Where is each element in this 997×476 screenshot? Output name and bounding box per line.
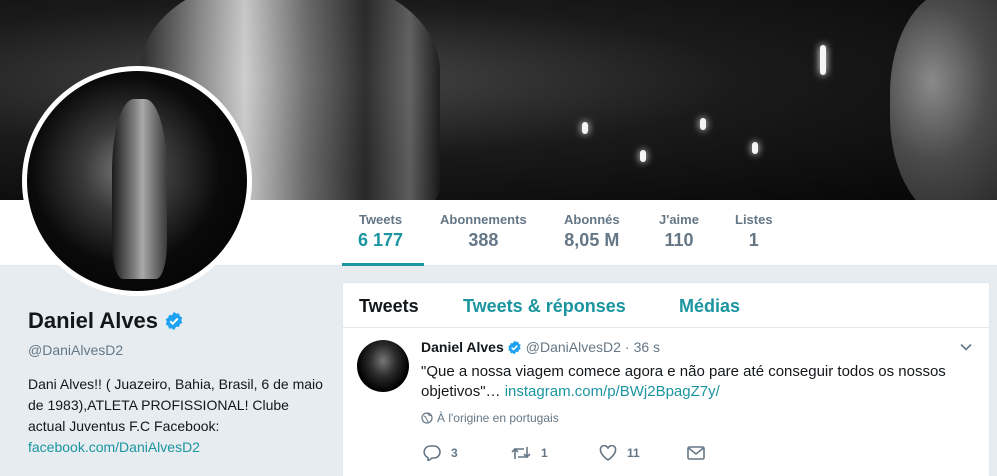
tweet-text: "Que a nossa viagem comece agora e não p… bbox=[421, 362, 976, 402]
message-icon bbox=[687, 445, 705, 460]
profile-card: Daniel Alves @DaniAlvesD2 Dani Alves!! (… bbox=[28, 308, 328, 458]
banner-light bbox=[640, 150, 646, 162]
stat-label: J'aime bbox=[659, 212, 699, 227]
banner-light bbox=[700, 118, 706, 130]
profile-name[interactable]: Daniel Alves bbox=[28, 308, 158, 334]
bio-text: Dani Alves!! ( Juazeiro, Bahia, Brasil, … bbox=[28, 376, 323, 434]
profile-bio: Dani Alves!! ( Juazeiro, Bahia, Brasil, … bbox=[28, 374, 323, 458]
stat-following[interactable]: Abonnements 388 bbox=[440, 212, 527, 251]
stat-value: 388 bbox=[468, 230, 499, 250]
retweet-icon bbox=[511, 446, 531, 459]
tweet-author-handle[interactable]: @DaniAlvesD2 bbox=[526, 339, 621, 355]
stat-followers[interactable]: Abonnés 8,05 M bbox=[564, 212, 620, 251]
tab-media[interactable]: Médias bbox=[679, 296, 740, 317]
avatar-figure bbox=[112, 99, 167, 279]
verified-icon bbox=[165, 311, 183, 331]
message-button[interactable] bbox=[687, 445, 705, 460]
tweet-link[interactable]: instagram.com/p/BWj2BpagZ7y/ bbox=[505, 383, 720, 400]
tab-tweets-replies[interactable]: Tweets & réponses bbox=[463, 296, 626, 317]
active-stat-underline bbox=[342, 263, 424, 266]
tweet-actions: 3 1 11 bbox=[423, 444, 705, 461]
retweet-button[interactable]: 1 bbox=[511, 445, 599, 461]
bio-facebook-link[interactable]: facebook.com/DaniAlvesD2 bbox=[28, 437, 323, 458]
tweet-avatar[interactable] bbox=[357, 340, 409, 392]
stat-label: Abonnements bbox=[440, 212, 527, 227]
stat-tweets[interactable]: Tweets 6 177 bbox=[358, 212, 403, 251]
reply-button[interactable]: 3 bbox=[423, 444, 511, 461]
stat-value: 8,05 M bbox=[564, 230, 620, 250]
caret-down-icon[interactable] bbox=[959, 340, 973, 354]
stat-label: Listes bbox=[735, 212, 773, 227]
banner-light bbox=[820, 45, 826, 75]
banner-light bbox=[582, 122, 588, 134]
stat-lists[interactable]: Listes 1 bbox=[735, 212, 773, 251]
reply-icon bbox=[423, 445, 441, 461]
globe-icon bbox=[421, 412, 433, 424]
like-count: 11 bbox=[627, 445, 640, 460]
tweet-timestamp[interactable]: 36 s bbox=[634, 339, 660, 355]
reply-count: 3 bbox=[451, 445, 458, 460]
timeline-tabs: Tweets Tweets & réponses Médias bbox=[343, 283, 989, 328]
translate-text: À l'origine en portugais bbox=[437, 411, 559, 425]
banner-light bbox=[752, 142, 758, 154]
stat-value: 110 bbox=[664, 230, 694, 250]
profile-avatar[interactable] bbox=[22, 66, 252, 296]
tweet-header: Daniel Alves @DaniAlvesD2 · 36 s bbox=[421, 339, 660, 355]
tweet-separator: · bbox=[624, 339, 630, 355]
avatar-image bbox=[27, 71, 247, 291]
stat-likes[interactable]: J'aime 110 bbox=[659, 212, 699, 251]
retweet-count: 1 bbox=[541, 445, 548, 460]
like-icon bbox=[599, 444, 617, 461]
banner-face bbox=[890, 0, 997, 200]
timeline: Tweets Tweets & réponses Médias Daniel A… bbox=[342, 282, 990, 476]
stat-label: Tweets bbox=[358, 212, 403, 227]
stat-label: Abonnés bbox=[564, 212, 620, 227]
tweet[interactable]: Daniel Alves @DaniAlvesD2 · 36 s "Que a … bbox=[343, 328, 989, 476]
like-button[interactable]: 11 bbox=[599, 444, 687, 461]
tab-tweets[interactable]: Tweets bbox=[359, 296, 419, 317]
tweet-author-name[interactable]: Daniel Alves bbox=[421, 339, 504, 355]
stat-value: 1 bbox=[748, 230, 759, 250]
verified-icon bbox=[508, 340, 521, 354]
stat-value: 6 177 bbox=[358, 230, 404, 250]
profile-handle[interactable]: @DaniAlvesD2 bbox=[28, 342, 328, 358]
translate-note[interactable]: À l'origine en portugais bbox=[421, 411, 559, 425]
